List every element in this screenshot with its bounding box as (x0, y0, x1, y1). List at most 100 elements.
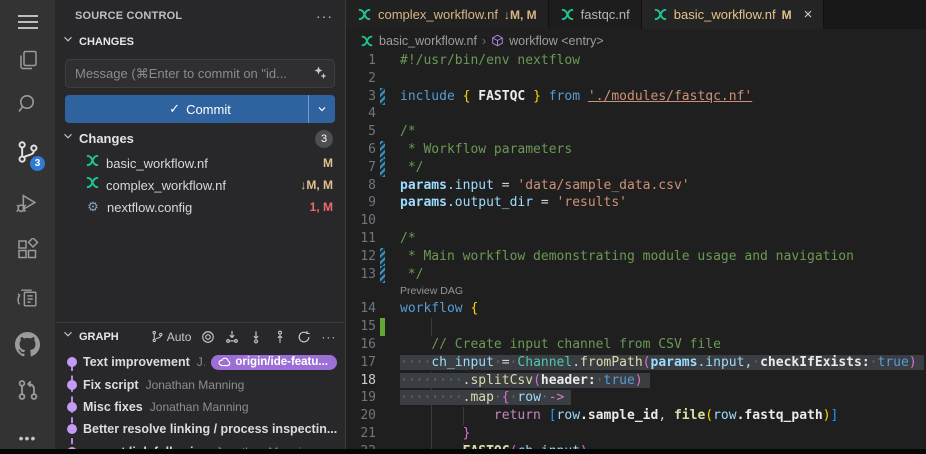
commit-row[interactable]: Misc fixesJonathan Manning (55, 396, 345, 418)
scm-more-icon[interactable]: ··· (316, 12, 333, 20)
code-line-6[interactable]: 6 * Workflow parameters (346, 141, 926, 159)
commit-dot-icon (67, 424, 77, 434)
commit-author: Jonathan Manning (146, 378, 245, 392)
search-icon[interactable] (0, 86, 55, 122)
code-editor[interactable]: 1#!/usr/bin/env nextflow23include { FAST… (346, 52, 926, 454)
commit-message: Misc fixes (83, 400, 143, 414)
gutter-mod-marker (376, 141, 388, 159)
code-line-18[interactable]: 18········.splitCsv(header:·true) (346, 372, 926, 390)
line-number: 6 (346, 141, 376, 159)
commit-message: Fix script (83, 378, 139, 392)
line-number: 15 (346, 318, 376, 336)
source-control-icon[interactable]: 3 (0, 134, 55, 170)
file-name: complex_workflow.nf (106, 178, 294, 193)
commit-row[interactable]: Better resolve linking / process inspect… (55, 418, 345, 440)
code-line-10[interactable]: 10 (346, 212, 926, 230)
commit-button-label: Commit (186, 102, 231, 117)
code-line-21[interactable]: 21 } (346, 425, 926, 443)
scm-count-badge: 3 (29, 155, 46, 172)
breadcrumb-file[interactable]: basic_workflow.nf (360, 34, 477, 48)
nextflow-icon (85, 153, 100, 168)
changed-file-row[interactable]: complex_workflow.nf↓M, M (55, 174, 345, 196)
changed-file-row[interactable]: basic_workflow.nfM (55, 152, 345, 174)
line-number: 14 (346, 300, 376, 318)
git-status-decoration: 1, M (310, 200, 333, 214)
code-text: ····ch_input·=·Channel.fromPath(params.i… (388, 354, 926, 372)
code-line-14[interactable]: 14workflow { (346, 300, 926, 318)
references-icon[interactable] (0, 280, 55, 316)
push-icon[interactable] (273, 330, 287, 344)
code-line-16[interactable]: 16 // Create input channel from CSV file (346, 336, 926, 354)
nextflow-icon (85, 175, 100, 190)
changes-section-header[interactable]: CHANGES (55, 28, 345, 55)
codelens-preview-dag[interactable]: Preview DAG (346, 283, 926, 300)
code-line-11[interactable]: 11/* (346, 230, 926, 248)
line-number: 17 (346, 354, 376, 372)
pull-icon[interactable] (249, 330, 263, 344)
code-text: * Main workflow demonstrating module usa… (388, 248, 926, 266)
code-line-3[interactable]: 3include { FASTQC } from './modules/fast… (346, 88, 926, 106)
code-text: // Create input channel from CSV file (388, 336, 926, 354)
commit-row[interactable]: Fix script Jonathan Manning (55, 373, 345, 395)
code-text: /* (388, 230, 926, 248)
file-name: basic_workflow.nf (106, 156, 317, 171)
code-line-15[interactable]: 15 (346, 318, 926, 336)
line-number: 20 (346, 407, 376, 425)
gutter (376, 336, 388, 354)
code-line-1[interactable]: 1#!/usr/bin/env nextflow (346, 52, 926, 70)
graph-more-icon[interactable]: ··· (321, 333, 336, 341)
tab-basic_workflow-nf[interactable]: basic_workflow.nfM× (642, 0, 825, 29)
code-text (388, 318, 926, 336)
refresh-icon[interactable] (297, 330, 311, 344)
gutter (376, 354, 388, 372)
commit-message-input[interactable] (65, 59, 335, 88)
code-line-9[interactable]: 9params.output_dir = 'results' (346, 194, 926, 212)
menu-icon[interactable] (0, 4, 55, 40)
target-icon[interactable] (201, 330, 215, 344)
changes-list-label: Changes (79, 131, 311, 146)
changes-list-header[interactable]: Changes 3 (55, 123, 345, 152)
breadcrumb-symbol[interactable]: workflow <entry> (491, 34, 603, 48)
code-line-20[interactable]: 20 return [row.sample_id, file(row.fastq… (346, 407, 926, 425)
explorer-icon[interactable] (0, 42, 55, 78)
code-text: /* (388, 123, 926, 141)
code-line-17[interactable]: 17 ····ch_input·=·Channel.fromPath(params… (346, 354, 926, 372)
code-line-7[interactable]: 7 */ (346, 159, 926, 177)
code-line-2[interactable]: 2 (346, 70, 926, 88)
module-path-link[interactable]: './modules/fastqc.nf' (588, 89, 752, 104)
tab-git-badge: ↓M, M (504, 8, 537, 22)
code-line-5[interactable]: 5/* (346, 123, 926, 141)
pull-request-icon[interactable] (0, 372, 55, 408)
code-line-12[interactable]: 12 * Main workflow demonstrating module … (346, 248, 926, 266)
auto-branch-toggle[interactable]: Auto (151, 330, 192, 344)
file-name: nextflow.config (107, 200, 304, 215)
line-number: 2 (346, 70, 376, 88)
code-text: return [row.sample_id, file(row.fastq_pa… (388, 407, 926, 425)
code-line-4[interactable]: 4 (346, 105, 926, 123)
check-icon: ✓ (169, 101, 180, 117)
commit-row[interactable]: Text improvementJo...origin/ide-featu... (55, 351, 345, 373)
gutter (376, 407, 388, 425)
gutter (376, 123, 388, 141)
sparkle-ai-icon[interactable] (312, 65, 328, 86)
code-line-8[interactable]: 8params.input = 'data/sample_data.csv' (346, 177, 926, 195)
close-icon[interactable]: × (804, 10, 813, 20)
code-line-13[interactable]: 13 */ (346, 266, 926, 284)
nextflow-icon (360, 34, 374, 48)
branch-ref-pill[interactable]: origin/ide-featu... (211, 355, 337, 370)
changed-file-row[interactable]: ⚙ nextflow.config 1, M (55, 196, 345, 218)
extensions-icon[interactable] (0, 232, 55, 268)
run-debug-icon[interactable] (0, 184, 55, 220)
code-line-19[interactable]: 19········.map·{·row·-> (346, 389, 926, 407)
gear-icon: ⚙ (85, 199, 101, 215)
line-number: 9 (346, 194, 376, 212)
tab-fastqc-nf[interactable]: fastqc.nf (549, 0, 642, 29)
fetch-icon[interactable] (225, 330, 239, 344)
github-icon[interactable] (0, 326, 55, 362)
line-number: 8 (346, 177, 376, 195)
tab-complex_workflow-nf[interactable]: complex_workflow.nf↓M, M (346, 0, 549, 29)
gutter-mod-marker (376, 159, 388, 177)
commit-dropdown-button[interactable] (308, 95, 335, 123)
gutter (376, 52, 388, 70)
commit-button[interactable]: ✓ Commit (65, 95, 335, 123)
